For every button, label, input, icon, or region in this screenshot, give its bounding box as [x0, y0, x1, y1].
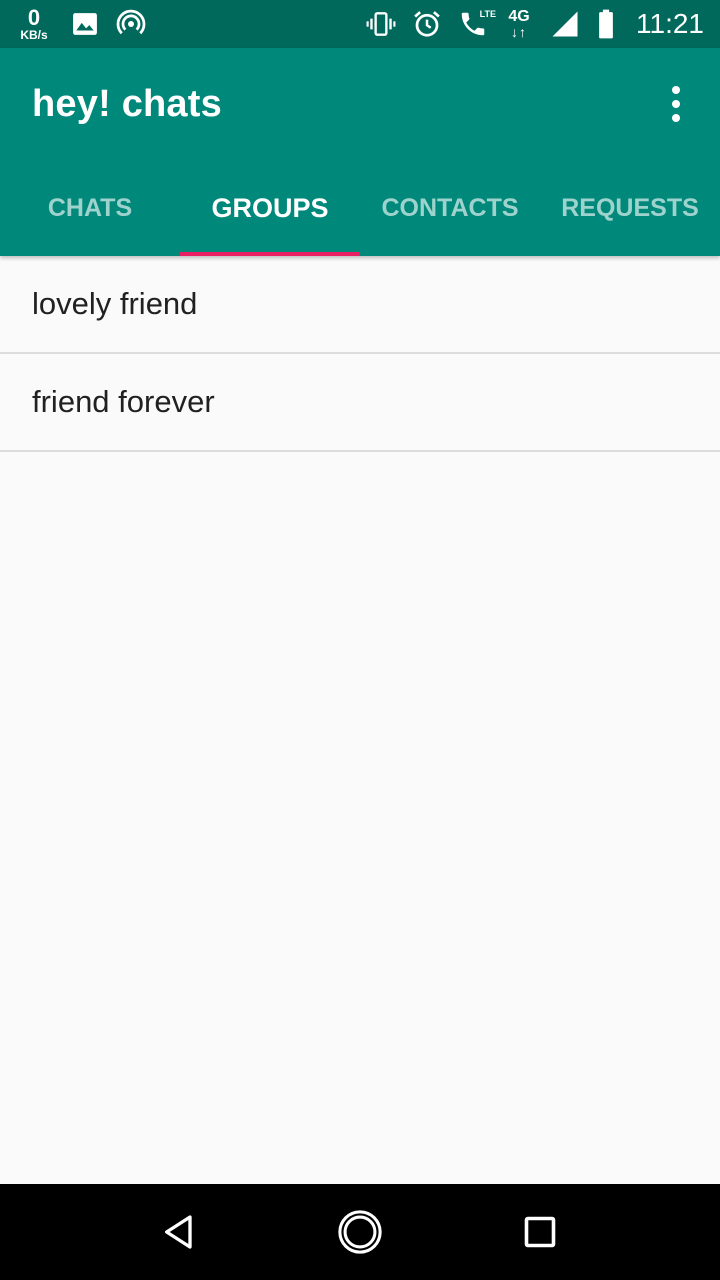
tab-bar: CHATS GROUPS CONTACTS REQUESTS: [0, 160, 720, 256]
vibrate-icon: [366, 9, 396, 39]
network-speed-unit: KB/s: [20, 28, 48, 42]
list-item[interactable]: lovely friend: [0, 256, 720, 354]
tab-groups[interactable]: GROUPS: [180, 160, 360, 256]
list-item[interactable]: friend forever: [0, 354, 720, 452]
network-speed-indicator: 0 KB/s: [14, 5, 54, 42]
overflow-dot: [672, 86, 680, 94]
home-icon[interactable]: [330, 1202, 390, 1262]
status-left: 0 KB/s: [14, 7, 146, 41]
status-clock: 11:21: [636, 8, 704, 39]
navigation-bar: [0, 1184, 720, 1280]
status-bar: 0 KB/s LTE 4G ↓↑ 11:21: [0, 0, 720, 48]
toolbar: hey! chats: [0, 48, 720, 160]
tab-requests[interactable]: REQUESTS: [540, 160, 720, 256]
volte-call-icon: LTE: [458, 9, 496, 39]
tab-groups-label: GROUPS: [211, 192, 329, 223]
lte-label: LTE: [479, 9, 496, 19]
battery-icon: [596, 9, 616, 39]
alarm-icon: [412, 9, 442, 39]
back-icon[interactable]: [150, 1202, 210, 1262]
network-speed-value: 0: [27, 5, 41, 30]
overflow-dot: [672, 114, 680, 122]
tab-chats[interactable]: CHATS: [0, 160, 180, 256]
status-right: LTE 4G ↓↑ 11:21: [366, 8, 704, 40]
group-list: lovely friend friend forever: [0, 256, 720, 452]
network-type-label: 4G: [508, 8, 530, 25]
recents-icon[interactable]: [510, 1202, 570, 1262]
signal-icon: [550, 9, 580, 39]
overflow-dot: [672, 100, 680, 108]
app-title: hey! chats: [32, 82, 222, 125]
image-icon: [70, 9, 100, 39]
overflow-menu-icon[interactable]: [656, 76, 696, 132]
network-activity-arrows: ↓↑: [511, 24, 527, 40]
network-type-indicator: 4G ↓↑: [504, 8, 534, 40]
hotspot-icon: [116, 9, 146, 39]
tab-contacts[interactable]: CONTACTS: [360, 160, 540, 256]
app-bar: hey! chats CHATS GROUPS CONTACTS REQUEST…: [0, 48, 720, 256]
